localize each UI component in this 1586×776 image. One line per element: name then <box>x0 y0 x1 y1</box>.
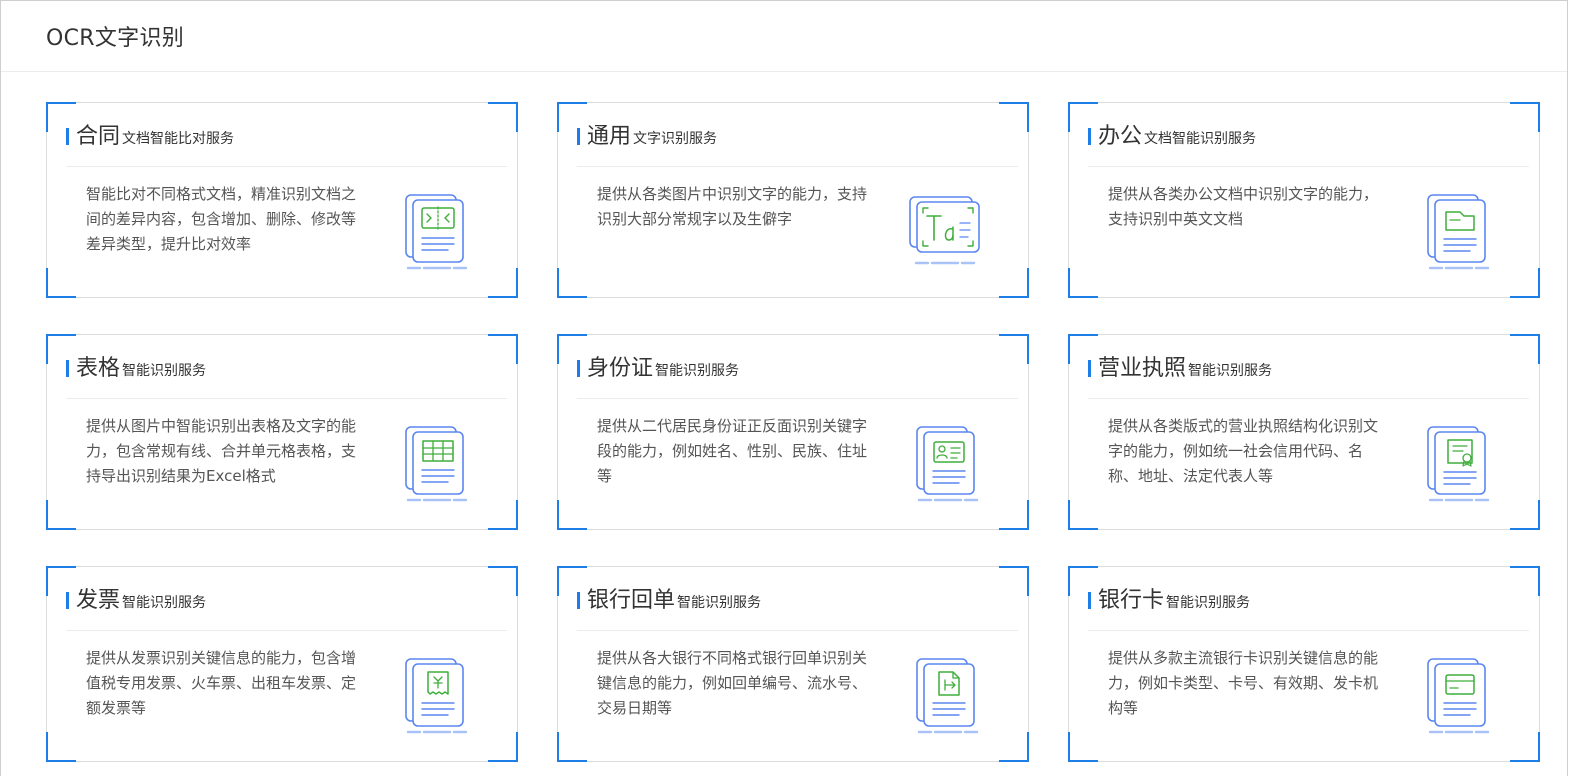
bank-card-icon <box>1426 657 1492 735</box>
text-recognition-icon <box>908 193 982 271</box>
service-card-general[interactable]: 通用 文字识别服务 提供从各类图片中识别文字的能力，支持识别大部分常规字以及生僻… <box>557 102 1029 298</box>
card-header: 办公 文档智能识别服务 <box>1088 121 1529 167</box>
invoice-icon <box>404 657 470 735</box>
card-title: 银行回单 <box>587 588 676 613</box>
card-title: 身份证 <box>587 356 654 381</box>
card-title: 银行卡 <box>1098 588 1165 613</box>
card-header: 银行卡 智能识别服务 <box>1088 585 1529 631</box>
card-description: 提供从各类版式的营业执照结构化识别文字的能力，例如统一社会信用代码、名称、地址、… <box>1108 417 1379 485</box>
card-title: 营业执照 <box>1098 356 1187 381</box>
card-subtitle: 文档智能比对服务 <box>122 131 235 147</box>
document-compare-icon <box>404 193 470 271</box>
corner-mark <box>999 500 1029 530</box>
card-subtitle: 文档智能识别服务 <box>1144 131 1257 147</box>
card-subtitle: 智能识别服务 <box>122 595 207 611</box>
page-header: OCR文字识别 <box>1 1 1567 72</box>
service-card-table[interactable]: 表格 智能识别服务 提供从图片中智能识别出表格及文字的能力，包含常规有线、合并单… <box>46 334 518 530</box>
corner-mark <box>999 268 1029 298</box>
corner-mark <box>557 732 587 762</box>
card-header: 通用 文字识别服务 <box>577 121 1018 167</box>
card-subtitle: 文字识别服务 <box>633 131 718 147</box>
card-description: 提供从多款主流银行卡识别关键信息的能力，例如卡类型、卡号、有效期、发卡机构等 <box>1108 649 1379 717</box>
corner-mark <box>46 268 76 298</box>
corner-mark <box>1068 732 1098 762</box>
table-icon <box>404 425 470 503</box>
service-card-id-card[interactable]: 身份证 智能识别服务 提供从二代居民身份证正反面识别关键字段的能力，例如姓名、性… <box>557 334 1029 530</box>
card-description: 智能比对不同格式文档，精准识别文档之间的差异内容，包含增加、删除、修改等差异类型… <box>86 185 357 253</box>
card-title: 合同 <box>76 124 121 149</box>
card-subtitle: 智能识别服务 <box>677 595 762 611</box>
corner-mark <box>1068 500 1098 530</box>
business-license-icon <box>1426 425 1492 503</box>
corner-mark <box>999 732 1029 762</box>
page-frame: OCR文字识别 合同 文档智能比对服务 智能比对不同格式文档，精准识别文档之间的… <box>0 0 1568 776</box>
card-header: 银行回单 智能识别服务 <box>577 585 1018 631</box>
card-description: 提供从各大银行不同格式银行回单识别关键信息的能力，例如回单编号、流水号、交易日期… <box>597 649 868 717</box>
card-title: 办公 <box>1098 124 1143 149</box>
card-subtitle: 智能识别服务 <box>655 363 740 379</box>
card-description: 提供从二代居民身份证正反面识别关键字段的能力，例如姓名、性别、民族、住址等 <box>597 417 868 485</box>
corner-mark <box>488 732 518 762</box>
corner-mark <box>1510 500 1540 530</box>
service-card-contract[interactable]: 合同 文档智能比对服务 智能比对不同格式文档，精准识别文档之间的差异内容，包含增… <box>46 102 518 298</box>
card-header: 表格 智能识别服务 <box>66 353 507 399</box>
corner-mark <box>46 500 76 530</box>
service-card-invoice[interactable]: 发票 智能识别服务 提供从发票识别关键信息的能力，包含增值税专用发票、火车票、出… <box>46 566 518 762</box>
card-description: 提供从各类办公文档中识别文字的能力，支持识别中英文文档 <box>1108 185 1379 228</box>
corner-mark <box>488 500 518 530</box>
corner-mark <box>557 268 587 298</box>
service-card-office[interactable]: 办公 文档智能识别服务 提供从各类办公文档中识别文字的能力，支持识别中英文文档 <box>1068 102 1540 298</box>
office-document-icon <box>1426 193 1492 271</box>
corner-mark <box>1068 268 1098 298</box>
card-description: 提供从发票识别关键信息的能力，包含增值税专用发票、火车票、出租车发票、定额发票等 <box>86 649 357 717</box>
corner-mark <box>46 732 76 762</box>
page-title: OCR文字识别 <box>46 26 185 51</box>
service-card-bank-card[interactable]: 银行卡 智能识别服务 提供从多款主流银行卡识别关键信息的能力，例如卡类型、卡号、… <box>1068 566 1540 762</box>
card-subtitle: 智能识别服务 <box>1166 595 1251 611</box>
corner-mark <box>1510 732 1540 762</box>
card-description: 提供从各类图片中识别文字的能力，支持识别大部分常规字以及生僻字 <box>597 185 868 228</box>
corner-mark <box>488 268 518 298</box>
card-header: 发票 智能识别服务 <box>66 585 507 631</box>
corner-mark <box>1510 268 1540 298</box>
card-header: 身份证 智能识别服务 <box>577 353 1018 399</box>
card-header: 营业执照 智能识别服务 <box>1088 353 1529 399</box>
service-card-business-license[interactable]: 营业执照 智能识别服务 提供从各类版式的营业执照结构化识别文字的能力，例如统一社… <box>1068 334 1540 530</box>
card-header: 合同 文档智能比对服务 <box>66 121 507 167</box>
card-title: 发票 <box>76 588 121 613</box>
card-title: 表格 <box>76 356 121 381</box>
corner-mark <box>557 500 587 530</box>
service-card-bank-receipt[interactable]: 银行回单 智能识别服务 提供从各大银行不同格式银行回单识别关键信息的能力，例如回… <box>557 566 1029 762</box>
card-title: 通用 <box>587 124 632 149</box>
bank-receipt-icon <box>915 657 981 735</box>
card-subtitle: 智能识别服务 <box>1188 363 1273 379</box>
card-subtitle: 智能识别服务 <box>122 363 207 379</box>
id-card-icon <box>915 425 981 503</box>
card-description: 提供从图片中智能识别出表格及文字的能力，包含常规有线、合并单元格表格，支持导出识… <box>86 417 357 485</box>
